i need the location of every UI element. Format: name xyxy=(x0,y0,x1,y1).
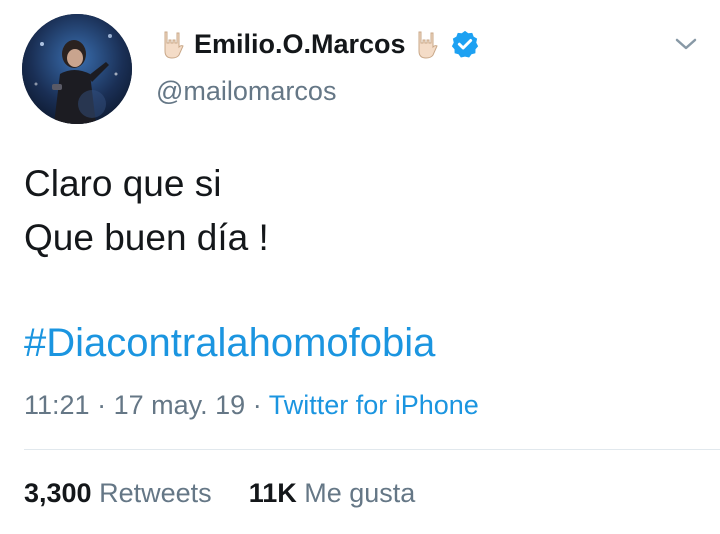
author-name-row[interactable]: Emilio.O.Marcos xyxy=(160,24,480,64)
retweets-count: 3,300 xyxy=(24,478,92,508)
tweet-text-line: Claro que si xyxy=(24,163,222,204)
verified-badge-icon xyxy=(451,30,478,58)
likes-stat[interactable]: 11K Me gusta xyxy=(249,478,416,508)
avatar-image xyxy=(22,14,132,124)
retweets-label: Retweets xyxy=(99,478,212,508)
hashtag-link[interactable]: #Diacontralahomofobia xyxy=(24,316,435,370)
tweet-time[interactable]: 11:21 xyxy=(24,390,90,420)
meta-separator: · xyxy=(252,390,262,420)
divider xyxy=(24,449,720,450)
chevron-down-icon[interactable] xyxy=(672,34,700,54)
meta-separator: · xyxy=(97,390,107,420)
avatar[interactable] xyxy=(22,14,132,124)
rock-hand-icon xyxy=(164,31,184,59)
tweet-source-link[interactable]: Twitter for iPhone xyxy=(269,390,479,420)
author-handle[interactable]: @mailomarcos xyxy=(156,76,336,107)
likes-label: Me gusta xyxy=(304,478,416,508)
tweet-text-line: Que buen día ! xyxy=(24,217,269,258)
tweet-stats: 3,300 Retweets 11K Me gusta xyxy=(24,478,415,509)
author-display-name[interactable]: Emilio.O.Marcos xyxy=(194,29,406,60)
rock-hand-icon xyxy=(418,31,438,59)
tweet-date[interactable]: 17 may. 19 xyxy=(114,390,246,420)
likes-count: 11K xyxy=(248,478,297,508)
retweets-stat[interactable]: 3,300 Retweets xyxy=(24,478,219,508)
tweet-text: Claro que si Que buen día ! xyxy=(24,157,269,265)
tweet-meta: 11:21 · 17 may. 19 · Twitter for iPhone xyxy=(24,390,479,421)
